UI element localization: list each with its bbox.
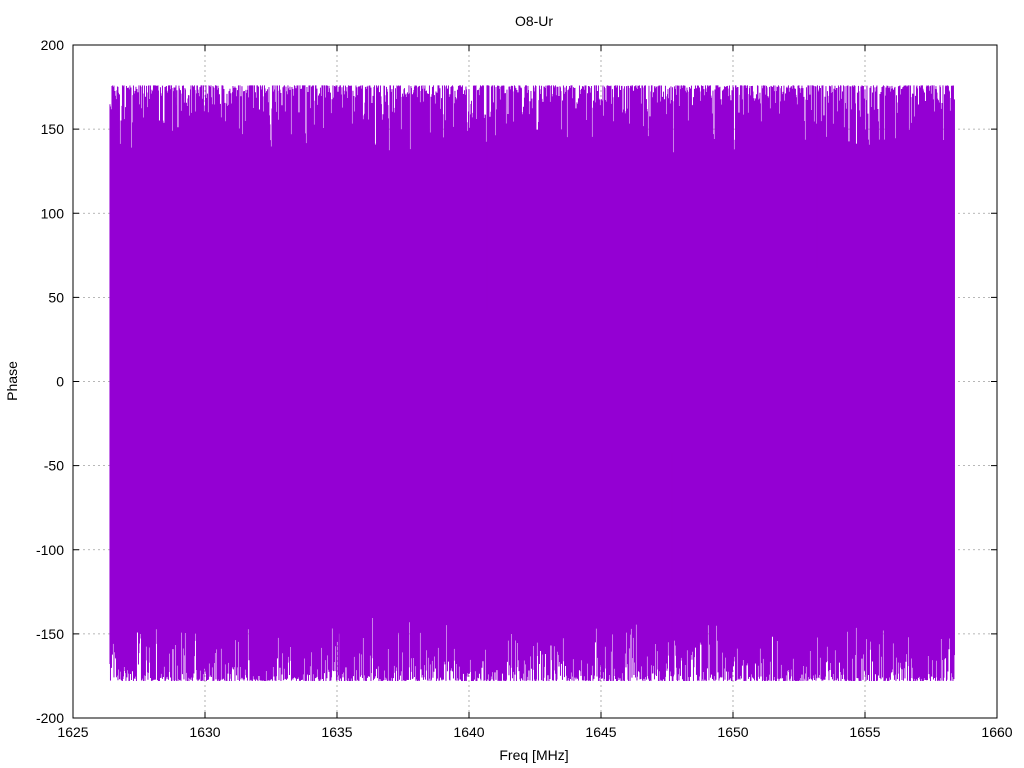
x-tick-label: 1645 <box>585 724 616 740</box>
phase-series <box>109 85 955 681</box>
y-tick-label: 150 <box>41 121 65 137</box>
y-tick-label: -150 <box>36 626 64 642</box>
x-tick-label: 1655 <box>849 724 880 740</box>
x-tick-label: 1625 <box>57 724 88 740</box>
chart-title: O8-Ur <box>515 13 553 29</box>
y-tick-label: 50 <box>48 289 64 305</box>
y-tick-label: -100 <box>36 542 64 558</box>
phase-series-line <box>109 85 955 681</box>
x-axis-label: Freq [MHz] <box>499 747 568 763</box>
phase-chart: 1625 1630 1635 1640 1645 1650 1655 1660 -200 -150… <box>0 0 1024 768</box>
y-tick-label: 200 <box>41 37 65 53</box>
x-tick-label: 1660 <box>981 724 1012 740</box>
x-tick-label: 1650 <box>717 724 748 740</box>
y-tick-label: -200 <box>36 710 64 726</box>
x-tick-label: 1640 <box>453 724 484 740</box>
y-tick-label: -50 <box>44 458 64 474</box>
x-tick-label: 1635 <box>321 724 352 740</box>
y-axis-label: Phase <box>4 361 20 401</box>
y-tick-label: 0 <box>56 374 64 390</box>
y-tick-label: 100 <box>41 205 65 221</box>
x-tick-label: 1630 <box>189 724 220 740</box>
